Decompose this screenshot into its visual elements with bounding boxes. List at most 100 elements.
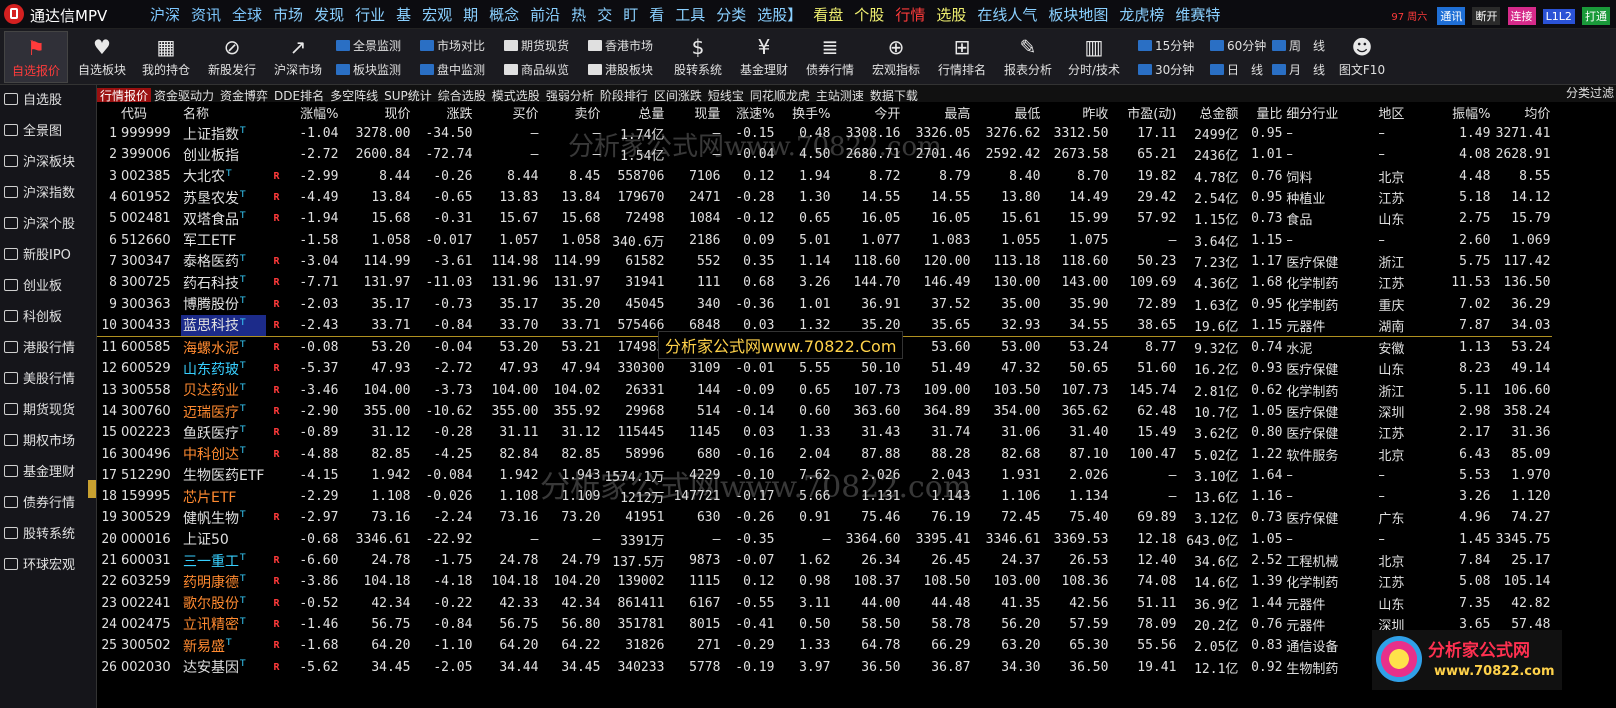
menu-item-0[interactable]: 沪深 [150, 4, 180, 25]
table-row[interactable]: 2 399006 创业板指 -2.72 2600.84 -72.74– –1.54亿 – -0.… [97, 144, 1552, 165]
tb-tech-button[interactable]: ▥ 分时/技术 [1062, 31, 1126, 83]
subtab-0[interactable]: 行情报价 [97, 88, 152, 102]
toolbar-link-1[interactable]: 板块监测 [336, 61, 401, 81]
table-row[interactable]: 6 512660 军工ETF -1.58 1.058 -0.017 1.057 1.058 34… [97, 229, 1552, 250]
col-header-0[interactable] [97, 102, 119, 123]
menu-item-23[interactable]: 板块地图 [1048, 4, 1108, 25]
subtab-11[interactable]: 短线宝 [705, 88, 747, 102]
table-row[interactable]: 25 300502 新易盛T R -1.68 64.20 -1.10 64.20 64.22 31… [97, 635, 1552, 656]
subtab-12[interactable]: 同花顺龙虎 [747, 88, 813, 102]
tb-macro-button[interactable]: ⊕ 宏观指标 [864, 31, 928, 83]
subtab-14[interactable]: 数据下载 [867, 88, 921, 102]
table-row[interactable]: 23 002241 歌尔股份T R -0.52 42.34 -0.22 42.33 42.34 8… [97, 593, 1552, 614]
menu-item-16[interactable]: 分类 [716, 4, 746, 25]
table-row[interactable]: 9 300363 博腾股份T R -2.03 35.17 -0.73 35.17 35.20 45… [97, 293, 1552, 314]
menu-item-7[interactable]: 宏观 [422, 4, 452, 25]
sidebar-item-0[interactable]: 自选股 [0, 85, 96, 116]
menu-item-10[interactable]: 前沿 [530, 4, 560, 25]
subtab-10[interactable]: 区间涨跌 [651, 88, 705, 102]
col-header-23[interactable]: 均价 [1492, 102, 1552, 123]
menu-item-14[interactable]: 看 [649, 4, 664, 25]
subtab-2[interactable]: 资金博弈 [217, 88, 271, 102]
toolbar-link-5[interactable]: 商品纵览 [504, 61, 569, 81]
subtab-4[interactable]: 多空阵线 [327, 88, 381, 102]
table-row[interactable]: 21 600031 三一重工T R -6.60 24.78 -1.75 24.78 24.79 1… [97, 550, 1552, 571]
menu-item-8[interactable]: 期 [463, 4, 478, 25]
col-header-5[interactable]: 现价 [340, 102, 412, 123]
table-row[interactable]: 1 999999 上证指数T -1.04 3278.00 -34.50– –1.74亿 – -0… [97, 123, 1552, 144]
sidebar-item-14[interactable]: 股转系统 [0, 519, 96, 550]
menu-item-2[interactable]: 全球 [232, 4, 262, 25]
sidebar-item-5[interactable]: 新股IPO [0, 240, 96, 271]
tb-holdings-button[interactable]: ▦ 我的持仓 [134, 31, 198, 83]
col-header-10[interactable]: 现量 [666, 102, 722, 123]
table-row[interactable]: 12 600529 山东药玻T R -5.37 47.93 -2.72 47.93 47.94 3… [97, 358, 1552, 379]
col-header-8[interactable]: 卖价 [540, 102, 602, 123]
menu-item-18[interactable]: 看盘 [813, 4, 843, 25]
table-row[interactable]: 14 300760 迈瑞医疗T R -2.90 355.00 -10.62 355.00 355… [97, 401, 1552, 422]
col-header-1[interactable]: 代码 [119, 102, 181, 123]
menu-item-25[interactable]: 维赛特 [1175, 4, 1220, 25]
tb-self-select-active-button[interactable]: ⚑ 自选报价 [4, 31, 68, 83]
col-header-15[interactable]: 最低 [972, 102, 1042, 123]
table-row[interactable]: 19 300529 健帆生物T R -2.97 73.16 -2.24 73.16 73.20 4… [97, 507, 1552, 528]
subtab-7[interactable]: 模式选股 [489, 88, 543, 102]
col-header-20[interactable]: 细分行业 [1284, 102, 1376, 123]
tb-ranking-button[interactable]: ⊞ 行情排名 [930, 31, 994, 83]
menu-item-4[interactable]: 发现 [314, 4, 344, 25]
tb-sh-sz-button[interactable]: ↗ 沪深市场 [266, 31, 330, 83]
col-header-21[interactable]: 地区 [1376, 102, 1438, 123]
btn-tongxun[interactable]: 通讯 [1437, 7, 1466, 25]
category-filter-button[interactable]: 分类过滤 [1565, 85, 1614, 102]
sidebar-collapse-handle[interactable] [88, 480, 96, 498]
toolbar-link-6[interactable]: 香港市场 [588, 37, 653, 57]
tb-f10-button[interactable]: ☻ 图文F10 [1330, 31, 1394, 83]
table-row[interactable]: 4 601952 苏垦农发T R -4.49 13.84 -0.65 13.83 13.84 17… [97, 187, 1552, 208]
table-row[interactable]: 18 159995 芯片ETF -2.29 1.108 -0.026 1.108 1.109 1… [97, 486, 1552, 507]
sidebar-item-8[interactable]: 港股行情 [0, 333, 96, 364]
col-header-3[interactable] [266, 102, 286, 123]
sidebar-item-9[interactable]: 美股行情 [0, 364, 96, 395]
col-header-4[interactable]: 涨幅% [286, 102, 340, 123]
menu-item-15[interactable]: 工具 [675, 4, 705, 25]
menu-item-12[interactable]: 交 [597, 4, 612, 25]
sidebar-item-4[interactable]: 沪深个股 [0, 209, 96, 240]
table-row[interactable]: 16 300496 中科创达T R -4.88 82.85 -4.25 82.84 82.85 5… [97, 443, 1552, 464]
sidebar-item-3[interactable]: 沪深指数 [0, 178, 96, 209]
btn-l1l2[interactable]: L1L2 [1542, 9, 1575, 24]
subtab-3[interactable]: DDE排名 [271, 88, 327, 102]
tb-bond-button[interactable]: ≣ 债券行情 [798, 31, 862, 83]
menu-item-24[interactable]: 龙虎榜 [1119, 4, 1164, 25]
table-row[interactable]: 20 000016 上证50 -0.68 3346.61 -22.92– –3391万 – -0… [97, 529, 1552, 550]
table-row[interactable]: 7 300347 泰格医药T R -3.04 114.99 -3.61 114.98 114.9… [97, 251, 1552, 272]
toolbar-link-12[interactable]: 周 线 [1272, 37, 1325, 57]
toolbar-link-13[interactable]: 月 线 [1272, 61, 1325, 81]
toolbar-link-8[interactable]: 15分钟 [1138, 37, 1194, 57]
menu-item-21[interactable]: 选股 [936, 4, 966, 25]
menu-item-11[interactable]: 热 [571, 4, 586, 25]
col-header-18[interactable]: 总金额 [1178, 102, 1240, 123]
col-header-13[interactable]: 今开 [832, 102, 902, 123]
toolbar-link-4[interactable]: 期货现货 [504, 37, 569, 57]
table-row[interactable]: 22 603259 药明康德T R -3.86 104.18 -4.18 104.18 104.… [97, 571, 1552, 592]
table-row[interactable]: 5 002481 双塔食品T R -1.94 15.68 -0.31 15.67 15.68 72… [97, 208, 1552, 229]
menu-item-9[interactable]: 概念 [489, 4, 519, 25]
subtab-9[interactable]: 阶段排行 [597, 88, 651, 102]
menu-item-5[interactable]: 行业 [355, 4, 385, 25]
menu-item-20[interactable]: 行情 [895, 4, 925, 25]
col-header-14[interactable]: 最高 [902, 102, 972, 123]
sidebar-item-1[interactable]: 全景图 [0, 116, 96, 147]
btn-datong[interactable]: 打通 [1582, 7, 1610, 25]
sidebar-item-10[interactable]: 期货现货 [0, 395, 96, 426]
sidebar-item-15[interactable]: 环球宏观 [0, 550, 96, 581]
toolbar-link-10[interactable]: 60分钟 [1210, 37, 1266, 57]
subtab-1[interactable]: 资金驱动力 [151, 88, 217, 102]
tb-self-board-button[interactable]: ♥ 自选板块 [70, 31, 134, 83]
toolbar-link-11[interactable]: 日 线 [1210, 61, 1263, 81]
col-header-11[interactable]: 涨速% [722, 102, 776, 123]
btn-connect[interactable]: 连接 [1507, 7, 1536, 25]
table-row[interactable]: 26 002030 达安基因T R -5.62 34.45 -2.05 34.44 34.45 3… [97, 656, 1552, 677]
col-header-6[interactable]: 涨跌 [412, 102, 474, 123]
table-row[interactable]: 15 002223 鱼跃医疗T R -0.89 31.12 -0.28 31.11 31.12 1… [97, 422, 1552, 443]
sidebar-item-11[interactable]: 期权市场 [0, 426, 96, 457]
